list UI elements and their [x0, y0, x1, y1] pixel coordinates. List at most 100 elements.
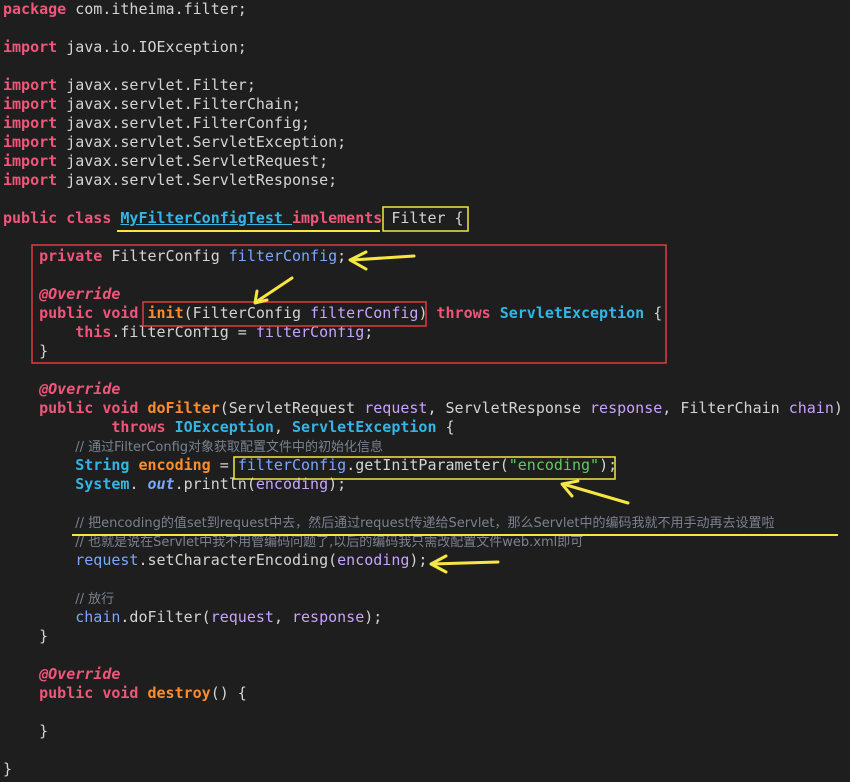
code-line[interactable]: public class MyFilterConfigTest implemen…: [3, 209, 843, 228]
code-token: public: [3, 209, 67, 227]
code-token: "encoding": [508, 456, 600, 474]
code-token: filterConfig: [228, 247, 338, 265]
code-token: );: [599, 456, 618, 474]
code-token: import: [3, 76, 67, 94]
code-token: ,: [273, 418, 292, 436]
code-line[interactable]: [3, 361, 843, 380]
code-line[interactable]: chain.doFilter(request, response);: [3, 608, 843, 627]
code-line[interactable]: [3, 190, 843, 209]
code-token: );: [364, 608, 383, 626]
code-token: response: [590, 399, 663, 417]
code-token: ): [833, 399, 843, 417]
code-token: request: [210, 608, 274, 626]
code-token: ;: [364, 323, 374, 341]
code-token: public: [39, 399, 103, 417]
code-token: class: [66, 209, 121, 227]
code-token: // 把encoding的值set到request中去，然后通过request传…: [75, 516, 775, 531]
code-line[interactable]: [3, 646, 843, 665]
code-line[interactable]: // 把encoding的值set到request中去，然后通过request传…: [3, 513, 843, 532]
code-line[interactable]: request.setCharacterEncoding(encoding);: [3, 551, 843, 570]
code-line[interactable]: System. out.println(encoding);: [3, 475, 843, 494]
code-token: import: [3, 152, 67, 170]
code-token: System: [75, 475, 130, 493]
code-token: .println(: [174, 475, 256, 493]
code-token: {: [445, 418, 455, 436]
code-token: ,: [273, 608, 292, 626]
code-line[interactable]: [3, 19, 843, 38]
code-line[interactable]: [3, 570, 843, 589]
code-token: void: [102, 399, 148, 417]
code-line[interactable]: [3, 57, 843, 76]
code-token: init: [147, 304, 184, 322]
code-token: encoding: [255, 475, 329, 493]
code-line[interactable]: // 也就是说在Servlet中我不用管编码问题了,以后的编码我只需改配置文件w…: [3, 532, 843, 551]
code-token: import: [3, 133, 67, 151]
code-line[interactable]: import javax.servlet.ServletResponse;: [3, 171, 843, 190]
code-line[interactable]: @Override: [3, 665, 843, 684]
code-token: .: [129, 475, 148, 493]
code-line[interactable]: String encoding = filterConfig.getInitPa…: [3, 456, 843, 475]
code-line[interactable]: import javax.servlet.FilterConfig;: [3, 114, 843, 133]
code-line[interactable]: import javax.servlet.Filter;: [3, 76, 843, 95]
code-token: request: [75, 551, 139, 569]
code-token: .getInitParameter(: [346, 456, 509, 474]
code-token: @Override: [39, 380, 121, 398]
code-line[interactable]: import javax.servlet.ServletRequest;: [3, 152, 843, 171]
code-token: javax.servlet.ServletException;: [66, 133, 347, 151]
code-line[interactable]: [3, 741, 843, 760]
code-line[interactable]: import java.io.IOException;: [3, 38, 843, 57]
code-line[interactable]: import javax.servlet.ServletException;: [3, 133, 843, 152]
code-line[interactable]: this.filterConfig = filterConfig;: [3, 323, 843, 342]
code-token: destroy: [147, 684, 211, 702]
code-token: public: [39, 684, 103, 702]
code-token: }: [3, 760, 13, 778]
code-token: @Override: [39, 665, 121, 683]
code-token: FilterConfig: [111, 247, 229, 265]
code-token: com.itheima.filter;: [75, 0, 247, 18]
code-token: chain: [788, 399, 834, 417]
code-token: }: [3, 342, 49, 360]
code-token: }: [3, 722, 49, 740]
code-token: , ServletResponse: [427, 399, 591, 417]
code-line[interactable]: @Override: [3, 285, 843, 304]
code-line[interactable]: public void init(FilterConfig filterConf…: [3, 304, 843, 323]
code-line[interactable]: throws IOException, ServletException {: [3, 418, 843, 437]
code-token: response: [292, 608, 365, 626]
code-token: import: [3, 95, 67, 113]
code-line[interactable]: }: [3, 627, 843, 646]
code-line[interactable]: import javax.servlet.FilterChain;: [3, 95, 843, 114]
code-line[interactable]: [3, 703, 843, 722]
code-token: IOException: [174, 418, 274, 436]
code-token: javax.servlet.FilterConfig;: [66, 114, 311, 132]
code-token: ServletException: [499, 304, 654, 322]
code-line[interactable]: [3, 228, 843, 247]
code-line[interactable]: public void doFilter(ServletRequest requ…: [3, 399, 843, 418]
code-line[interactable]: [3, 494, 843, 513]
code-token: package: [3, 0, 76, 18]
code-line[interactable]: // 放行: [3, 589, 843, 608]
code-editor[interactable]: package com.itheima.filter; import java.i…: [3, 0, 843, 779]
code-line[interactable]: @Override: [3, 380, 843, 399]
code-token: (FilterConfig: [183, 304, 311, 322]
code-token: void: [102, 304, 148, 322]
code-line[interactable]: public void destroy() {: [3, 684, 843, 703]
code-line[interactable]: }: [3, 760, 843, 779]
code-line[interactable]: private FilterConfig filterConfig;: [3, 247, 843, 266]
code-token: doFilter: [147, 399, 220, 417]
code-line[interactable]: // 通过FilterConfig对象获取配置文件中的初始化信息: [3, 437, 843, 456]
code-token: import: [3, 171, 67, 189]
code-line[interactable]: package com.itheima.filter;: [3, 0, 843, 19]
code-line[interactable]: }: [3, 342, 843, 361]
code-line[interactable]: [3, 266, 843, 285]
code-token: private: [39, 247, 112, 265]
code-line[interactable]: }: [3, 722, 843, 741]
code-token: java.io.IOException;: [66, 38, 247, 56]
